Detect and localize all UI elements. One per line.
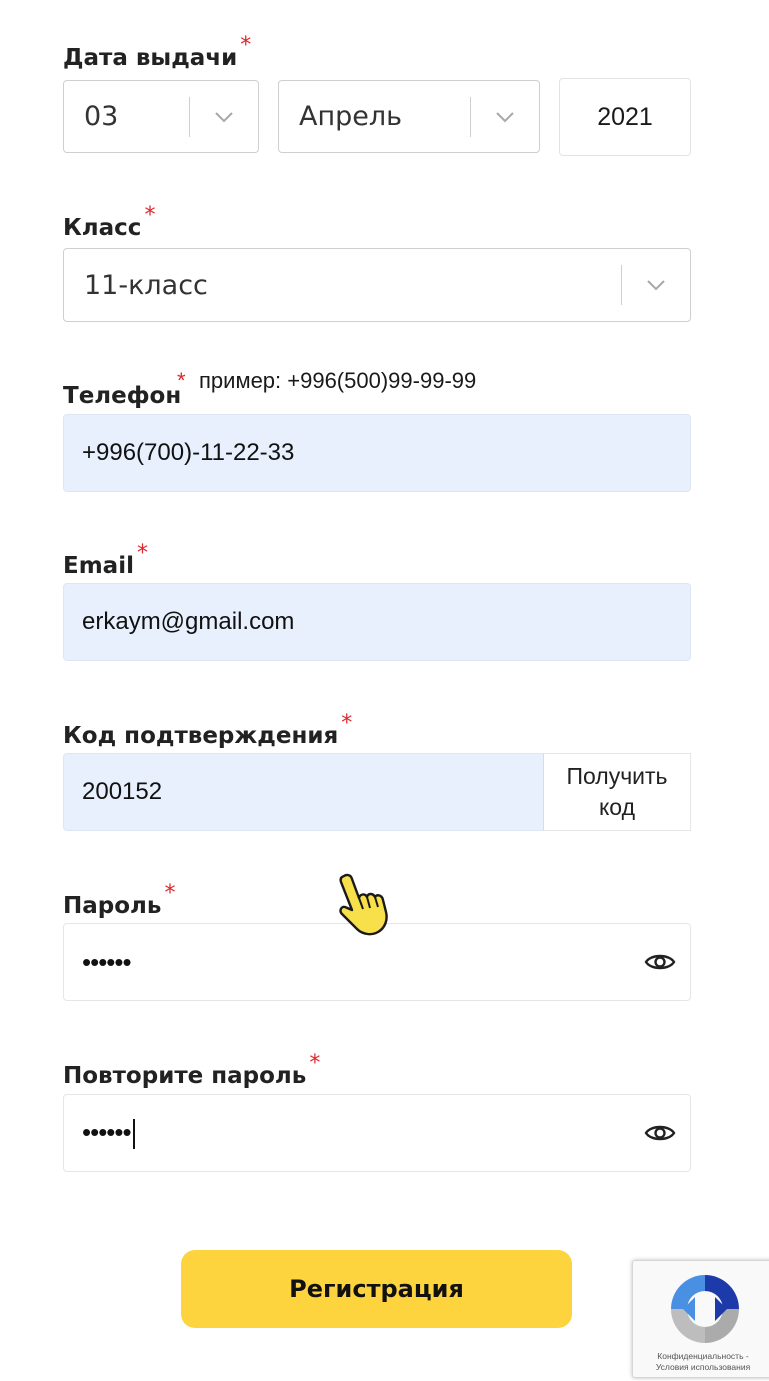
chevron-down-icon	[471, 111, 539, 123]
phone-label: Телефон	[63, 383, 182, 409]
email-value: erkaym@gmail.com	[82, 608, 295, 635]
phone-value: +996(700)-11-22-33	[82, 439, 295, 466]
recaptcha-logo-icon	[671, 1275, 739, 1343]
required-marker: *	[136, 541, 148, 566]
required-marker: *	[144, 203, 156, 228]
day-value: 03	[84, 101, 119, 132]
email-label: Email *	[63, 541, 148, 579]
eye-icon[interactable]	[630, 1122, 690, 1144]
repeat-password-input[interactable]: ••••••	[63, 1094, 691, 1172]
password-label: Пароль *	[63, 881, 176, 919]
required-marker: *	[341, 711, 353, 736]
grade-value: 11-класс	[84, 269, 208, 301]
register-button[interactable]: Регистрация	[181, 1250, 572, 1328]
recaptcha-badge[interactable]: Конфиденциальность - Условия использован…	[632, 1260, 769, 1378]
recaptcha-caption: Конфиденциальность - Условия использован…	[633, 1351, 769, 1373]
hand-pointer-icon	[339, 873, 388, 936]
chevron-down-icon	[622, 279, 690, 291]
required-marker: *	[240, 33, 252, 58]
phone-input[interactable]: +996(700)-11-22-33	[63, 414, 691, 492]
recaptcha-privacy-link[interactable]: Конфиденциальность -	[633, 1351, 769, 1362]
recaptcha-terms-link[interactable]: Условия использования	[633, 1362, 769, 1373]
repeat-password-masked-value: ••••••	[82, 1116, 132, 1147]
get-code-label-line1: Получить	[566, 763, 668, 789]
email-input[interactable]: erkaym@gmail.com	[63, 583, 691, 661]
repeat-password-field-content: ••••••	[64, 1116, 630, 1150]
month-value: Апрель	[299, 101, 403, 132]
year-value: 2021	[597, 102, 653, 131]
phone-format-hint: пример: +996(500)99-99-99	[199, 368, 477, 393]
eye-icon[interactable]	[630, 951, 690, 973]
day-select[interactable]: 03	[63, 80, 259, 153]
repeat-password-label: Повторите пароль *	[63, 1051, 321, 1089]
chevron-down-icon	[190, 111, 258, 123]
get-code-label-line2: код	[598, 794, 636, 820]
code-label: Код подтверждения *	[63, 711, 353, 749]
get-code-button[interactable]: Получить код	[543, 753, 691, 831]
issue-date-label: Дата выдачи *	[63, 33, 252, 71]
required-marker: *	[177, 368, 186, 393]
password-masked-value: ••••••	[82, 946, 132, 977]
month-select[interactable]: Апрель	[278, 80, 540, 153]
required-marker: *	[309, 1051, 321, 1076]
required-marker: *	[164, 881, 176, 906]
grade-select[interactable]: 11-класс	[63, 248, 691, 322]
grade-label: Класс *	[63, 203, 156, 241]
year-input[interactable]: 2021	[559, 78, 691, 156]
text-caret	[132, 1119, 135, 1150]
